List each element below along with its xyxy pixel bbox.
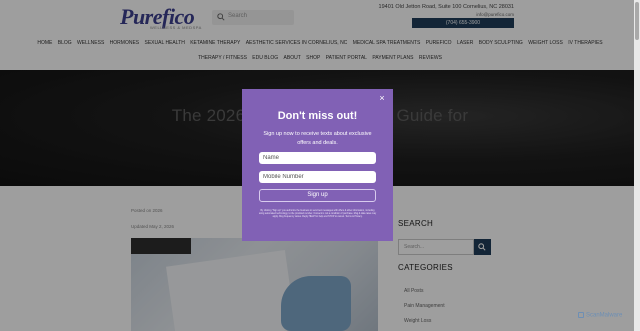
- sms-signup-popup: × Don't miss out! Sign up now to receive…: [242, 89, 393, 241]
- watermark-logo-icon: [578, 312, 584, 318]
- popup-description: Sign up now to receive texts about exclu…: [263, 131, 372, 146]
- name-field[interactable]: [259, 152, 376, 164]
- popup-legal-disclaimer: By clicking "Sign up" you authorize the …: [258, 210, 377, 218]
- scrollbar-thumb[interactable]: [635, 2, 639, 40]
- popup-title: Don't miss out!: [277, 110, 358, 122]
- page-scrollbar[interactable]: [634, 0, 640, 331]
- mobile-number-field[interactable]: [259, 171, 376, 183]
- watermark: ScanMalware: [578, 312, 622, 319]
- close-icon[interactable]: ×: [377, 93, 387, 103]
- watermark-text: ScanMalware: [586, 312, 623, 319]
- sign-up-button[interactable]: Sign up: [259, 189, 376, 202]
